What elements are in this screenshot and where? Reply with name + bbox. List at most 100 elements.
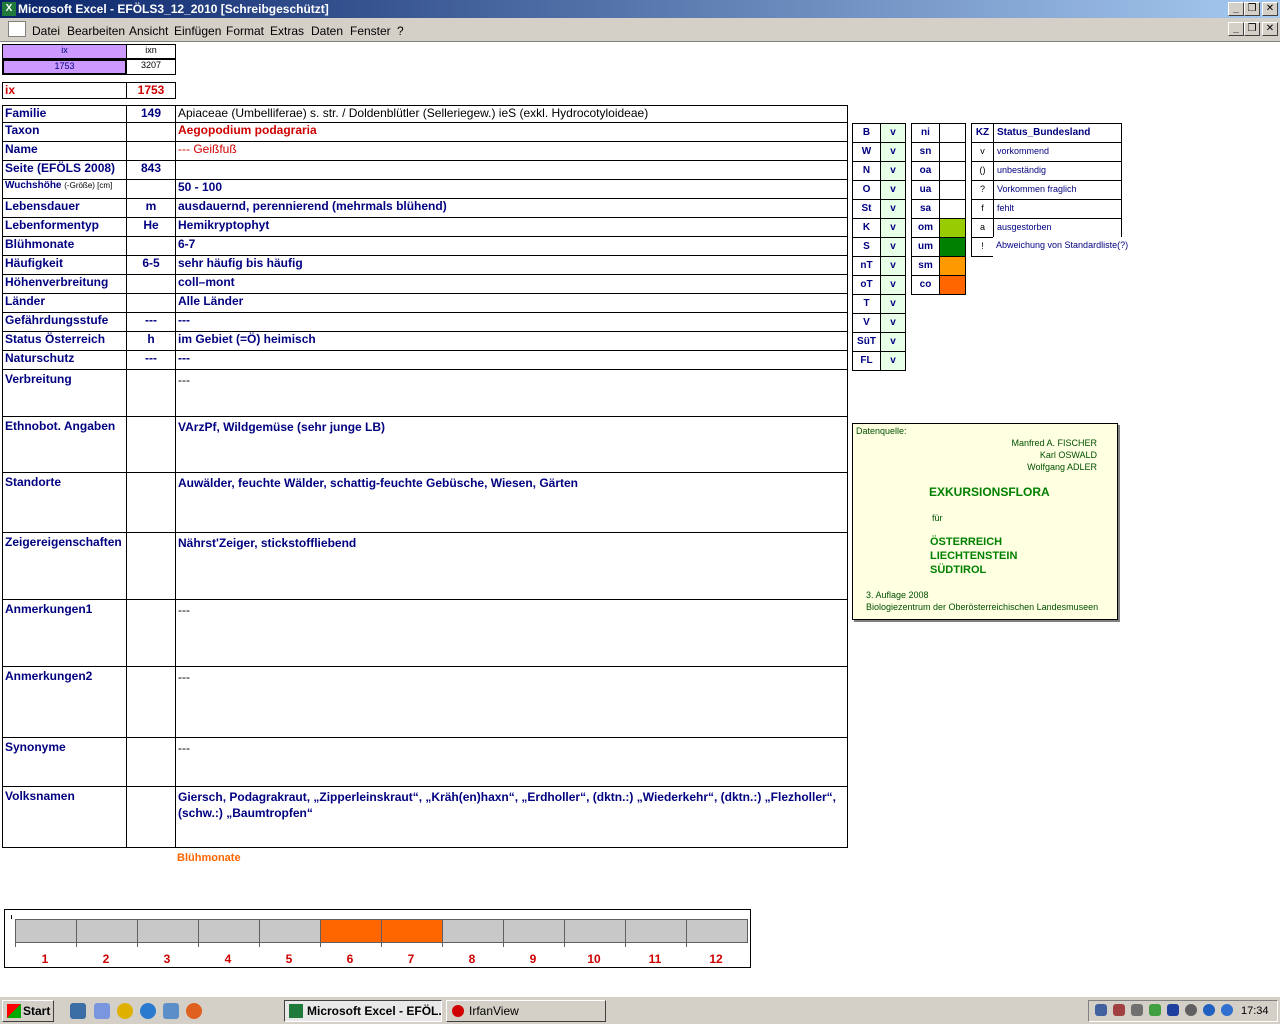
mail-quicklaunch-icon[interactable] [163,1003,179,1019]
state-code[interactable]: V [852,313,881,333]
state-status[interactable]: v [880,237,906,257]
row-code[interactable] [126,472,176,533]
doc-restore-button[interactable]: ❐ [1244,22,1260,36]
menu-einfuegen[interactable]: Einfügen [174,24,221,38]
desktop-quicklaunch-icon[interactable] [94,1003,110,1019]
ixn-value-cell[interactable]: 3207 [126,59,176,75]
altitude-color[interactable] [939,161,966,181]
state-code[interactable]: nT [852,256,881,276]
altitude-color[interactable] [939,180,966,200]
menu-fenster[interactable]: Fenster [350,24,391,38]
state-status[interactable]: v [880,161,906,181]
row-label[interactable]: Blühmonate [2,236,127,256]
ix-number[interactable]: 1753 [126,82,176,99]
ix-header[interactable]: ix [2,44,127,59]
task-excel[interactable]: Microsoft Excel - EFÖL... [284,1000,442,1022]
menu-extras[interactable]: Extras [270,24,304,38]
state-status[interactable]: v [880,313,906,333]
media-quicklaunch-icon[interactable] [117,1003,133,1019]
altitude-code[interactable]: ua [911,180,940,200]
row-label[interactable]: Seite (EFÖLS 2008) [2,160,127,180]
task-irfanview[interactable]: IrfanView [446,1000,606,1022]
tray-network-icon[interactable] [1095,1004,1107,1016]
state-status[interactable]: v [880,142,906,162]
altitude-code[interactable]: sa [911,199,940,219]
row-code[interactable] [126,532,176,600]
ix-value-cell[interactable]: 1753 [2,59,127,75]
doc-minimize-button[interactable]: _ [1228,22,1244,36]
row-value[interactable]: Auwälder, feuchte Wälder, schattig-feuch… [175,472,848,533]
altitude-code[interactable]: co [911,275,940,295]
state-code[interactable]: S [852,237,881,257]
row-value[interactable]: --- [175,369,848,417]
row-value[interactable]: im Gebiet (=Ö) heimisch [175,331,848,351]
state-status[interactable]: v [880,294,906,314]
row-code[interactable] [126,274,176,294]
row-value[interactable]: Hemikryptophyt [175,217,848,237]
menu-bearbeiten[interactable]: Bearbeiten [67,24,125,38]
row-code[interactable] [126,786,176,848]
altitude-code[interactable]: oa [911,161,940,181]
row-value[interactable]: --- [175,666,848,738]
altitude-code[interactable]: om [911,218,940,238]
tray-info-icon[interactable] [1203,1004,1215,1016]
row-value[interactable]: Giersch, Podagrakraut, „Zipperleinskraut… [175,786,848,848]
row-value[interactable]: Nährst'Zeiger, stickstoffliebend [175,532,848,600]
ixn-header[interactable]: ixn [126,44,176,59]
row-label[interactable]: Gefährdungsstufe [2,312,127,332]
row-value[interactable]: 6-7 [175,236,848,256]
state-code[interactable]: K [852,218,881,238]
altitude-color[interactable] [939,218,966,238]
row-label[interactable]: Länder [2,293,127,313]
altitude-color[interactable] [939,199,966,219]
row-label[interactable]: Ethnobot. Angaben [2,416,127,473]
row-label[interactable]: Anmerkungen1 [2,599,127,667]
row-label[interactable]: Volksnamen [2,786,127,848]
state-status[interactable]: v [880,256,906,276]
row-value[interactable]: --- [175,599,848,667]
tray-volume-icon[interactable] [1113,1004,1125,1016]
altitude-color[interactable] [939,237,966,257]
start-button[interactable]: Start [2,1000,54,1022]
altitude-color[interactable] [939,142,966,162]
row-value[interactable] [175,160,848,180]
row-label[interactable]: Status Österreich [2,331,127,351]
browser-quicklaunch-icon[interactable] [140,1003,156,1019]
row-code[interactable] [126,666,176,738]
row-code[interactable]: 6-5 [126,255,176,275]
row-value[interactable]: --- [175,312,848,332]
close-button[interactable]: ✕ [1262,2,1278,16]
menu-datei[interactable]: Datei [32,24,60,38]
row-value[interactable]: --- [175,350,848,370]
row-value[interactable]: ausdauernd, perennierend (mehrmals blühe… [175,198,848,218]
row-value[interactable]: coll–mont [175,274,848,294]
row-label[interactable]: Naturschutz [2,350,127,370]
firefox-quicklaunch-icon[interactable] [186,1003,202,1019]
state-code[interactable]: FL [852,351,881,371]
state-code[interactable]: N [852,161,881,181]
state-code[interactable]: oT [852,275,881,295]
menu-format[interactable]: Format [226,24,264,38]
state-status[interactable]: v [880,351,906,371]
row-code[interactable] [126,416,176,473]
tray-security-icon[interactable] [1149,1004,1161,1016]
altitude-color[interactable] [939,256,966,276]
row-code[interactable]: --- [126,350,176,370]
row-code[interactable]: h [126,331,176,351]
tray-globe-icon[interactable] [1221,1004,1233,1016]
row-label[interactable]: Lebensdauer [2,198,127,218]
minimize-button[interactable]: _ [1228,2,1244,16]
state-code[interactable]: SüT [852,332,881,352]
row-code[interactable] [126,737,176,787]
menu-ansicht[interactable]: Ansicht [129,24,168,38]
row-label[interactable]: Verbreitung [2,369,127,417]
row-label[interactable]: Wuchshöhe (-Größe) [cm] [2,179,127,199]
state-status[interactable]: v [880,199,906,219]
row-value[interactable]: sehr häufig bis häufig [175,255,848,275]
row-label[interactable]: Name [2,141,127,161]
altitude-code[interactable]: um [911,237,940,257]
state-status[interactable]: v [880,123,906,143]
altitude-code[interactable]: sm [911,256,940,276]
row-label[interactable]: Anmerkungen2 [2,666,127,738]
row-label[interactable]: Höhenverbreitung [2,274,127,294]
